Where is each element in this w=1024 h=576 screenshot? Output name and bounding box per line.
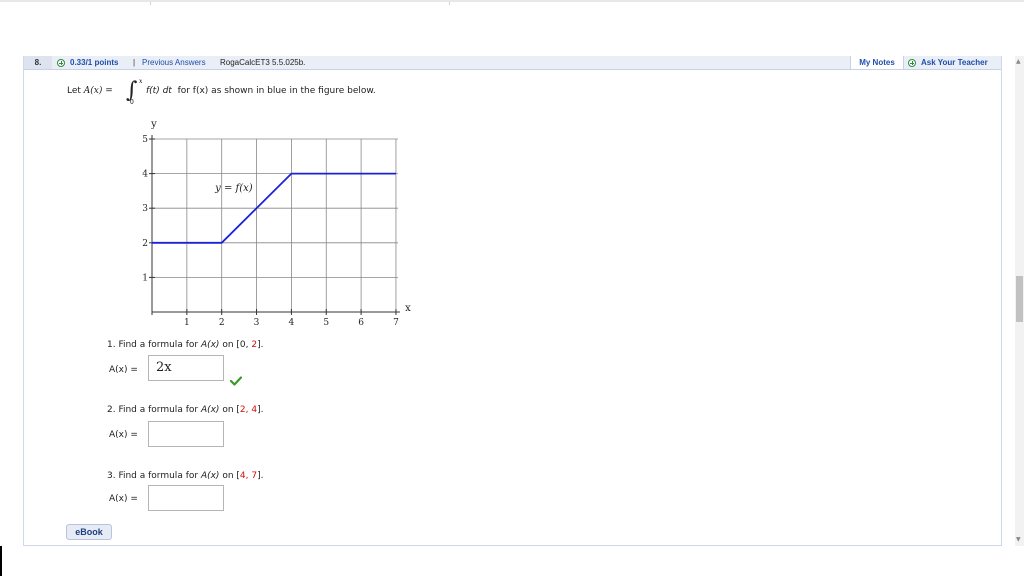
part-1-answer-input[interactable]: 2x xyxy=(148,355,224,381)
y-tick-label: 1 xyxy=(142,273,148,283)
x-tick-label: 6 xyxy=(358,318,364,328)
curve-annotation: y = f(x) xyxy=(214,183,253,194)
x-axis-label: x xyxy=(405,303,411,314)
part-1-label: A(x) = xyxy=(109,365,138,375)
x-tick-label: 5 xyxy=(323,318,329,328)
question-header: 8. 0.33/1 points | Previous Answers Roga… xyxy=(24,56,1001,70)
scroll-up-arrow-icon[interactable]: ▲ xyxy=(1016,58,1021,65)
y-tick-label: 5 xyxy=(142,135,148,145)
browser-top-area xyxy=(0,0,1024,56)
my-notes-button[interactable]: My Notes xyxy=(850,56,904,69)
points-link[interactable]: 0.33/1 points xyxy=(70,56,118,69)
x-tick-label: 7 xyxy=(393,318,399,328)
part-3-label: A(x) = xyxy=(109,494,138,504)
part-2-answer-input[interactable] xyxy=(148,421,224,447)
scroll-down-arrow-icon[interactable]: ▼ xyxy=(1016,536,1021,543)
x-tick-label: 1 xyxy=(184,318,190,328)
check-icon xyxy=(230,376,242,386)
part-3-title: 3. Find a formula for A(x) on [4, 7]. xyxy=(107,471,264,481)
top-divider xyxy=(150,2,151,5)
x-tick-label: 2 xyxy=(219,318,225,328)
y-tick-label: 4 xyxy=(142,170,148,180)
header-separator: | xyxy=(133,58,136,67)
function-graph: 1 2 3 4 5 6 712345yxy = f(x) xyxy=(142,119,411,328)
prompt-A-of-x: A(x) = xyxy=(83,86,113,96)
prompt-text: Let A(x) = xyxy=(67,86,113,96)
ask-your-teacher-link[interactable]: Ask Your Teacher xyxy=(921,56,988,69)
y-tick-label: 3 xyxy=(142,204,148,214)
previous-answers-link[interactable]: Previous Answers xyxy=(142,56,206,69)
integrand: f(t) dt xyxy=(146,86,172,96)
question-number: 8. xyxy=(24,56,52,69)
y-tick-label: 2 xyxy=(142,239,148,249)
part-3-answer-input[interactable] xyxy=(148,485,224,511)
y-axis-label: y xyxy=(150,119,157,130)
points-plus-icon[interactable] xyxy=(57,56,65,69)
integral-upper-limit: x xyxy=(139,78,143,85)
integral-lower-limit: 0 xyxy=(130,99,134,106)
prompt-rest: for f(x) as shown in blue in the figure … xyxy=(177,86,376,96)
top-divider xyxy=(449,2,450,5)
prompt-let: Let xyxy=(67,86,81,96)
ask-teacher-plus-icon[interactable] xyxy=(908,56,916,69)
problem-code: RogaCalcET3 5.5.025b. xyxy=(220,58,306,67)
x-tick-label: 4 xyxy=(289,318,295,328)
ebook-button[interactable]: eBook xyxy=(66,524,112,540)
part-1-title: 1. Find a formula for A(x) on [0, 2]. xyxy=(107,340,264,350)
part-2-title: 2. Find a formula for A(x) on [2, 4]. xyxy=(107,405,264,415)
x-tick-label: 3 xyxy=(254,318,260,328)
part-2-label: A(x) = xyxy=(109,430,138,440)
scrollbar-thumb[interactable] xyxy=(1016,276,1023,322)
window-edge xyxy=(0,546,2,576)
prompt-continuation: f(t) dt for f(x) as shown in blue in the… xyxy=(146,86,376,96)
